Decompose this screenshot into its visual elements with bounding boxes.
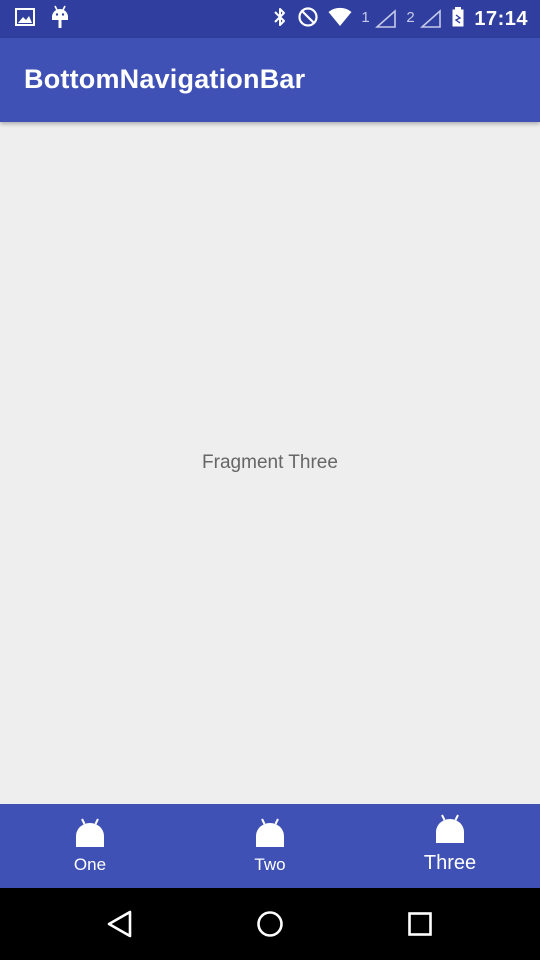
app-bar: BottomNavigationBar xyxy=(0,38,540,122)
android-icon xyxy=(254,818,286,848)
screen: 1 2 17:14 BottomNavigationBar Fragment T… xyxy=(0,0,540,960)
nav-label-one: One xyxy=(73,855,107,874)
image-icon xyxy=(14,6,36,33)
sim1-label: 1 xyxy=(361,9,370,26)
bluetooth-icon xyxy=(272,6,288,33)
sim2-signal: 2 xyxy=(406,7,442,31)
bottom-navigation-bar: One Two Three xyxy=(0,804,540,888)
recents-icon[interactable] xyxy=(404,908,436,940)
fragment-text: Fragment Three xyxy=(202,452,338,473)
fragment-container: Fragment Three xyxy=(0,122,540,804)
sim1-signal: 1 xyxy=(361,7,397,31)
android-icon xyxy=(74,818,106,848)
nav-item-three[interactable]: Three xyxy=(360,804,540,888)
clock: 17:14 xyxy=(474,7,528,30)
nav-item-two[interactable]: Two xyxy=(180,804,360,888)
nav-label-three: Three xyxy=(423,852,477,874)
status-bar: 1 2 17:14 xyxy=(0,0,540,38)
app-title: BottomNavigationBar xyxy=(24,64,306,94)
signal-icon xyxy=(420,9,442,34)
home-icon[interactable] xyxy=(254,908,286,940)
back-icon[interactable] xyxy=(104,908,136,940)
sim2-label: 2 xyxy=(406,9,415,26)
nav-label-two: Two xyxy=(254,855,286,874)
android-debug-icon xyxy=(50,5,70,34)
system-navigation-bar xyxy=(0,888,540,960)
do-not-disturb-icon xyxy=(297,6,319,33)
wifi-icon xyxy=(328,7,352,32)
battery-icon xyxy=(451,6,465,33)
nav-item-one[interactable]: One xyxy=(0,804,180,888)
android-icon xyxy=(434,814,466,844)
status-system: 1 2 17:14 xyxy=(272,6,528,33)
status-notifications xyxy=(14,5,70,34)
signal-icon xyxy=(375,9,397,34)
